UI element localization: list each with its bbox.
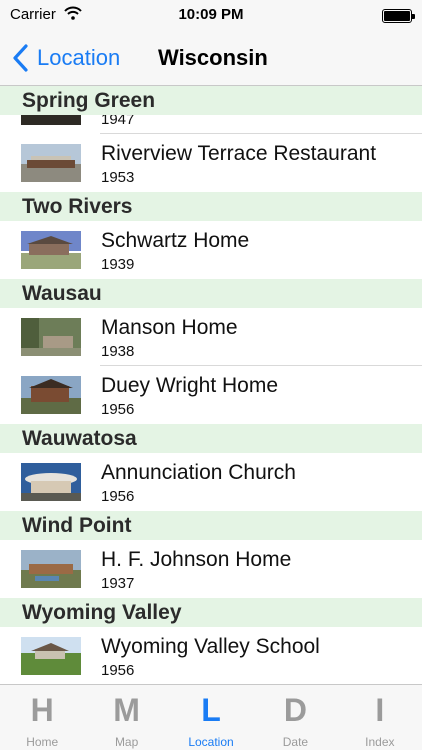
- item-year: 1938: [101, 343, 135, 360]
- tab-label: Map: [114, 735, 139, 749]
- list-item[interactable]: H. F. Johnson Home 1937: [0, 540, 422, 598]
- section-header: Wausau: [0, 279, 422, 308]
- list-item[interactable]: Manson Home 1938: [0, 308, 422, 366]
- item-title: Wyoming Valley School: [101, 635, 320, 658]
- tab-bar: H Home M Map L Location D Date I Index: [0, 684, 422, 750]
- item-title: Riverview Terrace Restaurant: [101, 142, 377, 165]
- list-item[interactable]: Riverview Terrace Restaurant 1953: [0, 134, 422, 192]
- item-year: 1953: [101, 169, 135, 186]
- navigation-bar: Location Wisconsin: [0, 32, 422, 86]
- index-icon: I: [375, 692, 385, 728]
- tab-index[interactable]: I Index: [338, 685, 422, 750]
- list-item[interactable]: 1947: [0, 115, 422, 134]
- clock: 10:09 PM: [178, 6, 244, 23]
- building-thumbnail: [21, 376, 81, 414]
- tab-home[interactable]: H Home: [0, 685, 84, 750]
- tab-location[interactable]: L Location: [169, 685, 253, 750]
- tab-label: Home: [26, 735, 59, 749]
- building-thumbnail: [21, 144, 81, 182]
- building-thumbnail: [21, 550, 81, 588]
- section-header: Wyoming Valley: [0, 598, 422, 627]
- item-year: 1947: [101, 115, 135, 128]
- item-title: Schwartz Home: [101, 229, 250, 252]
- item-year: 1956: [101, 488, 135, 505]
- list-item[interactable]: Duey Wright Home 1956: [0, 366, 422, 424]
- tab-label: Date: [282, 735, 309, 749]
- building-thumbnail: [21, 318, 81, 356]
- building-thumbnail: [21, 231, 81, 269]
- tab-label: Index: [365, 735, 395, 749]
- tab-map[interactable]: M Map: [84, 685, 168, 750]
- item-title: Annunciation Church: [101, 461, 296, 484]
- tab-date[interactable]: D Date: [253, 685, 337, 750]
- home-icon: H: [30, 692, 54, 728]
- list-item[interactable]: Schwartz Home 1939: [0, 221, 422, 279]
- item-year: 1939: [101, 256, 135, 273]
- status-bar: Carrier 10:09 PM: [0, 0, 422, 32]
- item-year: 1937: [101, 575, 135, 592]
- item-year: 1956: [101, 662, 135, 679]
- location-list[interactable]: Spring Green 1947 Riverview Terrace Rest…: [0, 86, 422, 684]
- chevron-left-icon: [13, 44, 28, 72]
- back-button[interactable]: Location: [10, 42, 120, 74]
- back-label: Location: [37, 45, 121, 70]
- list-item[interactable]: Wyoming Valley School 1956: [0, 627, 422, 684]
- map-icon: M: [113, 692, 140, 728]
- section-header: Two Rivers: [0, 192, 422, 221]
- list-item[interactable]: Annunciation Church 1956: [0, 453, 422, 511]
- section-header: Spring Green: [0, 86, 422, 115]
- item-title: H. F. Johnson Home: [101, 548, 292, 571]
- page-title: Wisconsin: [158, 45, 268, 70]
- tab-label: Location: [188, 735, 234, 749]
- section-header: Wauwatosa: [0, 424, 422, 453]
- building-thumbnail: [21, 463, 81, 501]
- building-thumbnail: [21, 115, 81, 125]
- item-year: 1956: [101, 401, 135, 418]
- battery-icon: [382, 9, 415, 23]
- location-icon: L: [201, 692, 221, 728]
- building-thumbnail: [21, 637, 81, 675]
- item-title: Duey Wright Home: [101, 374, 279, 397]
- item-title: Manson Home: [101, 316, 238, 339]
- date-icon: D: [283, 692, 307, 728]
- section-header: Wind Point: [0, 511, 422, 540]
